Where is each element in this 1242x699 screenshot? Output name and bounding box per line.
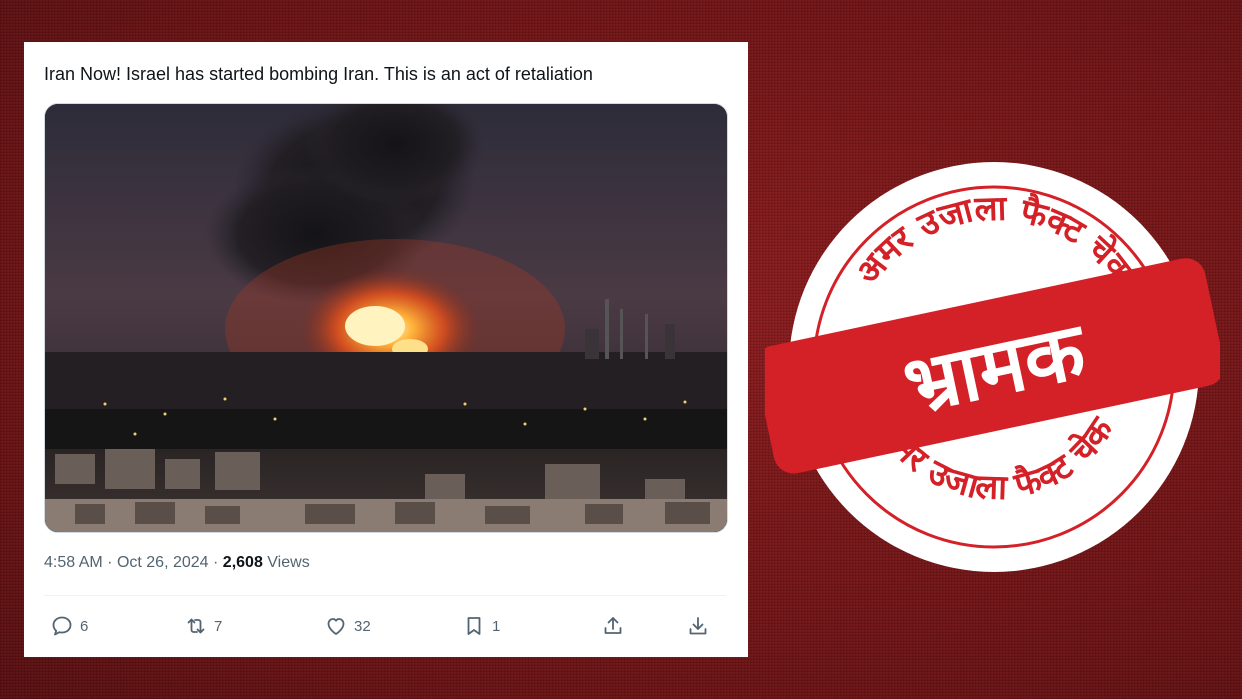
bookmark-count: 1 bbox=[492, 617, 501, 635]
views-label: Views bbox=[267, 554, 310, 571]
tweet-meta: 4:58 AM · Oct 26, 2024 · 2,608 Views bbox=[44, 554, 310, 572]
tweet-time[interactable]: 4:58 AM bbox=[44, 554, 103, 571]
tweet-text: Iran Now! Israel has started bombing Ira… bbox=[44, 64, 593, 84]
retweet-count: 7 bbox=[214, 617, 223, 635]
like-button[interactable]: 32 bbox=[324, 608, 371, 644]
bookmark-button[interactable]: 1 bbox=[462, 608, 500, 644]
reply-count: 6 bbox=[80, 617, 89, 635]
retweet-icon bbox=[187, 618, 205, 634]
meta-separator: · bbox=[107, 554, 117, 571]
tweet-date[interactable]: Oct 26, 2024 bbox=[117, 554, 209, 571]
reply-button[interactable]: 6 bbox=[50, 608, 88, 644]
stamp-graphic: अमर उजाला फैक्ट चेक अमर उजाला फैक्ट चेक … bbox=[765, 162, 1220, 572]
heart-icon bbox=[327, 618, 345, 635]
share-icon bbox=[604, 617, 622, 634]
download-icon bbox=[689, 617, 707, 635]
fact-check-stamp: अमर उजाला फैक्ट चेक अमर उजाला फैक्ट चेक … bbox=[765, 160, 1220, 575]
tweet-card: Iran Now! Israel has started bombing Ira… bbox=[24, 42, 748, 657]
bookmark-icon bbox=[467, 617, 481, 635]
download-button[interactable] bbox=[686, 608, 716, 644]
divider bbox=[44, 595, 726, 596]
fire-photo bbox=[45, 104, 727, 532]
tweet-actions: 6 7 32 1 bbox=[44, 608, 726, 644]
retweet-button[interactable]: 7 bbox=[184, 608, 222, 644]
like-count: 32 bbox=[354, 617, 371, 635]
meta-separator: · bbox=[213, 554, 223, 571]
tweet-image[interactable] bbox=[44, 103, 728, 533]
share-button[interactable] bbox=[601, 608, 631, 644]
views-count: 2,608 bbox=[222, 554, 263, 571]
reply-icon bbox=[52, 616, 72, 636]
